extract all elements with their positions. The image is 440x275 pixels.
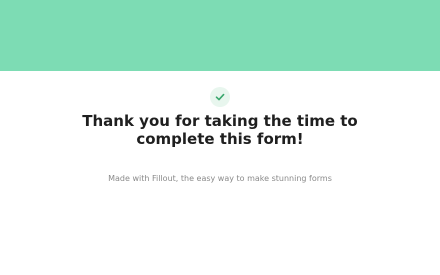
- check-icon: [210, 87, 230, 107]
- title-line-1: Thank you for taking the time to: [82, 112, 358, 130]
- confirmation-title: Thank you for taking the time to complet…: [0, 112, 440, 148]
- title-line-2: complete this form!: [136, 130, 304, 148]
- made-with-fillout-link[interactable]: Made with Fillout, the easy way to make …: [0, 173, 440, 185]
- header-banner: [0, 0, 440, 71]
